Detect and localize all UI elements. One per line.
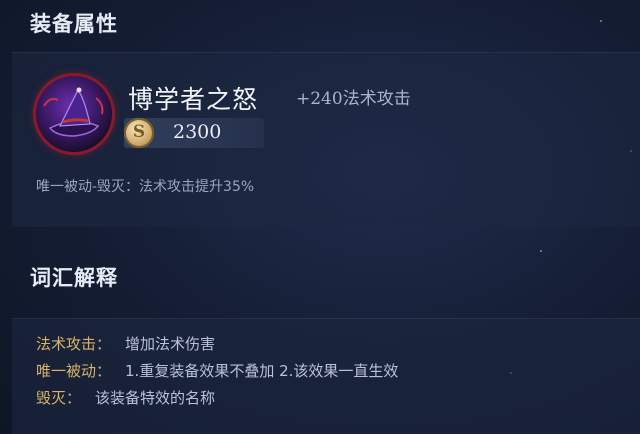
section-title-glossary: 词汇解释	[30, 266, 118, 290]
coin-letter: S	[132, 122, 146, 142]
glossary-row: 毁灭： 该装备特效的名称	[36, 387, 215, 408]
glossary-term: 法术攻击：	[36, 335, 112, 353]
item-name: 博学者之怒	[128, 85, 259, 114]
glossary-desc: 1.重复装备效果不叠加 2.该效果一直生效	[125, 362, 399, 380]
glossary-term: 毁灭：	[36, 389, 82, 407]
glossary-row: 唯一被动： 1.重复装备效果不叠加 2.该效果一直生效	[36, 360, 398, 381]
section-title-equipment: 装备属性	[30, 12, 118, 36]
item-price: 2300	[173, 121, 222, 143]
glossary-desc: 增加法术伤害	[125, 335, 216, 353]
item-passive: 唯一被动-毁灭：法术攻击提升35%	[36, 179, 255, 195]
background-star	[540, 250, 542, 252]
item-bonus-stat: +240法术攻击	[296, 89, 411, 109]
background-star	[600, 20, 602, 22]
glossary-row: 法术攻击： 增加法术伤害	[36, 333, 215, 354]
glossary-desc: 该装备特效的名称	[95, 389, 216, 407]
wizard-hat-icon	[36, 76, 112, 152]
glossary-term: 唯一被动：	[36, 362, 112, 380]
gold-coin-icon: S	[124, 118, 154, 148]
